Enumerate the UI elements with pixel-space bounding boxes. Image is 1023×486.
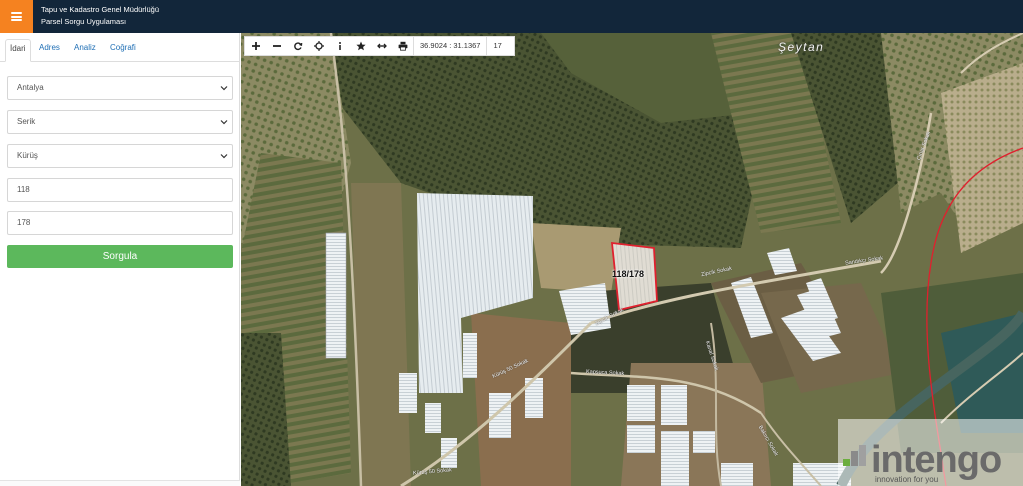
place-name-label: Şeytan (778, 40, 825, 54)
print-icon (398, 41, 407, 51)
chevron-down-icon (220, 154, 228, 159)
favorite-button[interactable] (350, 36, 371, 56)
hamburger-icon (11, 12, 22, 21)
measure-arrows-icon (376, 43, 387, 49)
query-sidebar: İdari Adres Analiz Coğrafi Antalya Serik… (0, 33, 240, 486)
info-button[interactable] (329, 36, 350, 56)
map-toolbar: 36.9024 : 31.1367 17 (244, 36, 516, 56)
neighborhood-select[interactable]: Kürüş (7, 144, 233, 168)
neighborhood-value: Kürüş (17, 151, 38, 160)
info-icon (338, 42, 341, 50)
minus-icon (272, 45, 281, 47)
province-select[interactable]: Antalya (7, 76, 233, 100)
tab-analiz[interactable]: Analiz (70, 39, 100, 62)
print-button[interactable] (392, 36, 413, 56)
district-value: Serik (17, 117, 36, 126)
zoom-out-button[interactable] (266, 36, 287, 56)
refresh-icon (293, 42, 302, 51)
tab-cografi[interactable]: Coğrafi (106, 39, 140, 62)
app-title: Tapu ve Kadastro Genel Müdürlüğü Parsel … (41, 4, 159, 28)
parcel-label[interactable]: 118/178 (612, 269, 644, 279)
sidebar-footer (0, 480, 240, 486)
province-value: Antalya (17, 83, 44, 92)
intengo-logo-icon (843, 445, 866, 466)
measure-button[interactable] (371, 36, 392, 56)
district-select[interactable]: Serik (7, 110, 233, 134)
refresh-button[interactable] (287, 36, 308, 56)
coordinates-readout: 36.9024 : 31.1367 (413, 37, 486, 55)
app-title-line2: Parsel Sorgu Uygulaması (41, 17, 127, 26)
zoom-level-readout: 17 (486, 37, 514, 55)
brand-tagline: innovation for you (875, 475, 939, 484)
crosshair-icon (313, 41, 324, 51)
chevron-down-icon (220, 120, 228, 125)
block-number-input[interactable]: 118 (7, 178, 233, 202)
brand-watermark: intengo innovation for you (838, 419, 1023, 486)
tab-adres[interactable]: Adres (35, 39, 64, 62)
star-icon (355, 41, 366, 51)
app-title-line1: Tapu ve Kadastro Genel Müdürlüğü (41, 5, 159, 14)
tab-idari[interactable]: İdari (5, 39, 31, 62)
locate-button[interactable] (308, 36, 329, 56)
zoom-in-button[interactable] (245, 36, 266, 56)
plus-icon (251, 42, 260, 50)
app-header: Tapu ve Kadastro Genel Müdürlüğü Parsel … (0, 0, 1023, 33)
parcel-number-input[interactable]: 178 (7, 211, 233, 235)
menu-button[interactable] (0, 0, 33, 33)
sidebar-tabs: İdari Adres Analiz Coğrafi (0, 33, 240, 62)
query-button[interactable]: Sorgula (7, 245, 233, 268)
chevron-down-icon (220, 86, 228, 91)
